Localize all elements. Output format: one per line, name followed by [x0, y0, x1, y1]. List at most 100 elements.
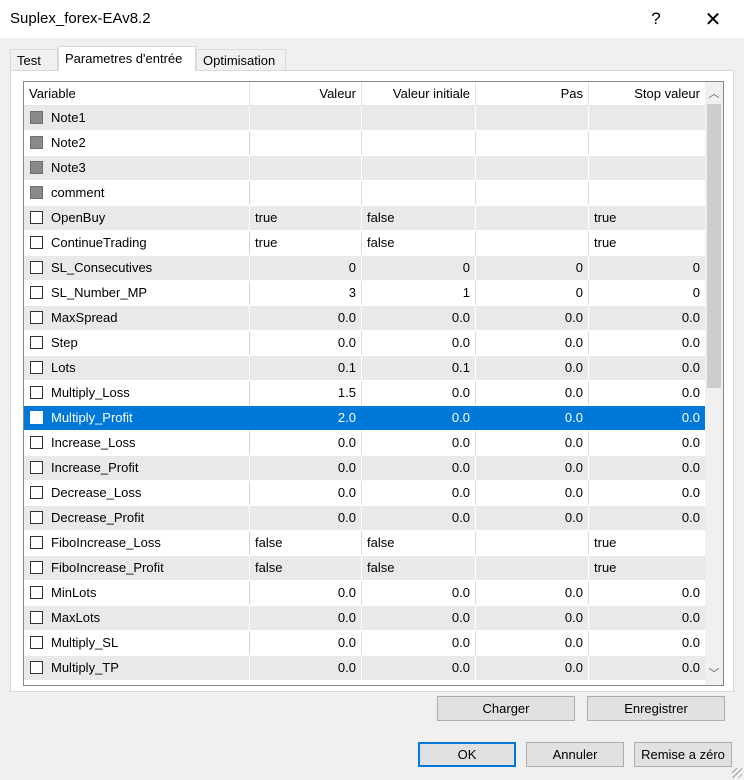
value-cell[interactable]: 0.0 — [250, 631, 362, 655]
variable-cell[interactable]: FiboIncrease_Loss — [24, 531, 250, 555]
optimize-checkbox[interactable] — [30, 586, 43, 599]
initial-value-cell[interactable]: 0.0 — [362, 506, 476, 530]
column-header-stop-valeur[interactable]: Stop valeur — [589, 82, 705, 106]
variable-cell[interactable]: Decrease_Loss — [24, 481, 250, 505]
resize-grip-icon[interactable] — [732, 768, 742, 778]
value-cell[interactable]: 0.0 — [250, 606, 362, 630]
value-cell[interactable]: 0.0 — [250, 656, 362, 680]
variable-cell[interactable]: Note3 — [24, 156, 250, 180]
table-row[interactable]: Multiply_Loss 1.5 0.0 0.0 0.0 — [24, 381, 705, 406]
value-cell[interactable]: false — [250, 556, 362, 580]
initial-value-cell[interactable]: 0.0 — [362, 656, 476, 680]
scroll-thumb[interactable] — [707, 104, 721, 388]
initial-value-cell[interactable]: 0.0 — [362, 606, 476, 630]
stop-value-cell[interactable]: true — [589, 206, 705, 230]
optimize-checkbox[interactable] — [30, 636, 43, 649]
step-cell[interactable]: 0.0 — [476, 481, 589, 505]
optimize-checkbox[interactable] — [30, 336, 43, 349]
stop-value-cell[interactable]: 0 — [589, 281, 705, 305]
optimize-checkbox[interactable] — [30, 361, 43, 374]
step-cell[interactable]: 0.0 — [476, 506, 589, 530]
table-row[interactable]: MinLots 0.0 0.0 0.0 0.0 — [24, 581, 705, 606]
value-cell[interactable]: 0.0 — [250, 306, 362, 330]
stop-value-cell[interactable]: 0.0 — [589, 481, 705, 505]
value-cell[interactable]: 0 — [250, 256, 362, 280]
stop-value-cell[interactable]: 0.0 — [589, 456, 705, 480]
step-cell[interactable]: 0.0 — [476, 406, 589, 430]
table-row[interactable]: Note3 — [24, 156, 705, 181]
variable-cell[interactable]: Increase_Profit — [24, 456, 250, 480]
value-cell[interactable]: true — [250, 206, 362, 230]
value-cell[interactable]: 3 — [250, 281, 362, 305]
optimize-checkbox[interactable] — [30, 561, 43, 574]
annuler-button[interactable]: Annuler — [526, 742, 624, 767]
optimize-checkbox[interactable] — [30, 486, 43, 499]
value-cell[interactable]: 2.0 — [250, 406, 362, 430]
help-button[interactable]: ? — [633, 0, 679, 38]
ok-button[interactable]: OK — [418, 742, 516, 767]
variable-cell[interactable]: Increase_Loss — [24, 431, 250, 455]
variable-cell[interactable]: Multiply_Loss — [24, 381, 250, 405]
table-row[interactable]: OpenBuy true false true — [24, 206, 705, 231]
initial-value-cell[interactable]: 1 — [362, 281, 476, 305]
column-header-valeur[interactable]: Valeur — [250, 82, 362, 106]
table-row[interactable]: ContinueTrading true false true — [24, 231, 705, 256]
value-cell[interactable]: false — [250, 531, 362, 555]
optimize-checkbox[interactable] — [30, 261, 43, 274]
table-row[interactable]: Decrease_Profit 0.0 0.0 0.0 0.0 — [24, 506, 705, 531]
stop-value-cell[interactable]: 0 — [589, 256, 705, 280]
variable-cell[interactable]: OpenBuy — [24, 206, 250, 230]
table-row[interactable]: FiboIncrease_Profit false false true — [24, 556, 705, 581]
optimize-checkbox[interactable] — [30, 511, 43, 524]
optimize-checkbox[interactable] — [30, 311, 43, 324]
optimize-checkbox[interactable] — [30, 386, 43, 399]
stop-value-cell[interactable]: 0.0 — [589, 581, 705, 605]
stop-value-cell[interactable]: 0.0 — [589, 331, 705, 355]
table-row[interactable]: Increase_Profit 0.0 0.0 0.0 0.0 — [24, 456, 705, 481]
value-cell[interactable]: 0.0 — [250, 506, 362, 530]
table-row[interactable]: Note2 — [24, 131, 705, 156]
step-cell[interactable]: 0.0 — [476, 356, 589, 380]
step-cell[interactable] — [476, 231, 589, 255]
table-row[interactable]: comment — [24, 181, 705, 206]
variable-cell[interactable]: Decrease_Profit — [24, 506, 250, 530]
variable-cell[interactable]: SL_Consecutives — [24, 256, 250, 280]
initial-value-cell[interactable]: 0.0 — [362, 306, 476, 330]
stop-value-cell[interactable]: 0.0 — [589, 306, 705, 330]
value-cell[interactable]: 0.0 — [250, 431, 362, 455]
step-cell[interactable]: 0.0 — [476, 331, 589, 355]
optimize-checkbox[interactable] — [30, 236, 43, 249]
column-header-variable[interactable]: Variable — [24, 82, 250, 106]
table-row[interactable]: Multiply_Profit 2.0 0.0 0.0 0.0 — [24, 406, 705, 431]
step-cell[interactable] — [476, 531, 589, 555]
stop-value-cell[interactable]: true — [589, 556, 705, 580]
enregistrer-button[interactable]: Enregistrer — [587, 696, 725, 721]
table-row[interactable]: MaxLots 0.0 0.0 0.0 0.0 — [24, 606, 705, 631]
value-cell[interactable]: 0.0 — [250, 481, 362, 505]
table-row[interactable]: SL_Consecutives 0 0 0 0 — [24, 256, 705, 281]
variable-cell[interactable]: Multiply_TP — [24, 656, 250, 680]
variable-cell[interactable]: MinLots — [24, 581, 250, 605]
step-cell[interactable]: 0 — [476, 281, 589, 305]
optimize-checkbox[interactable] — [30, 436, 43, 449]
table-row[interactable]: Lots 0.1 0.1 0.0 0.0 — [24, 356, 705, 381]
variable-cell[interactable]: ContinueTrading — [24, 231, 250, 255]
initial-value-cell[interactable]: 0.0 — [362, 581, 476, 605]
initial-value-cell[interactable]: 0.0 — [362, 381, 476, 405]
initial-value-cell[interactable]: 0.0 — [362, 431, 476, 455]
table-row[interactable]: SL_Number_MP 3 1 0 0 — [24, 281, 705, 306]
value-cell[interactable]: true — [250, 231, 362, 255]
optimize-checkbox[interactable] — [30, 411, 43, 424]
vertical-scrollbar[interactable]: ︿ ﹀ — [705, 82, 723, 685]
variable-cell[interactable]: Note1 — [24, 106, 250, 130]
step-cell[interactable]: 0.0 — [476, 381, 589, 405]
initial-value-cell[interactable]: false — [362, 531, 476, 555]
initial-value-cell[interactable]: 0.0 — [362, 331, 476, 355]
stop-value-cell[interactable]: true — [589, 231, 705, 255]
tab-test[interactable]: Test — [10, 49, 58, 70]
variable-cell[interactable]: MaxLots — [24, 606, 250, 630]
stop-value-cell[interactable]: 0.0 — [589, 606, 705, 630]
tab-optimisation[interactable]: Optimisation — [196, 49, 286, 70]
stop-value-cell[interactable]: true — [589, 531, 705, 555]
stop-value-cell[interactable]: 0.0 — [589, 431, 705, 455]
